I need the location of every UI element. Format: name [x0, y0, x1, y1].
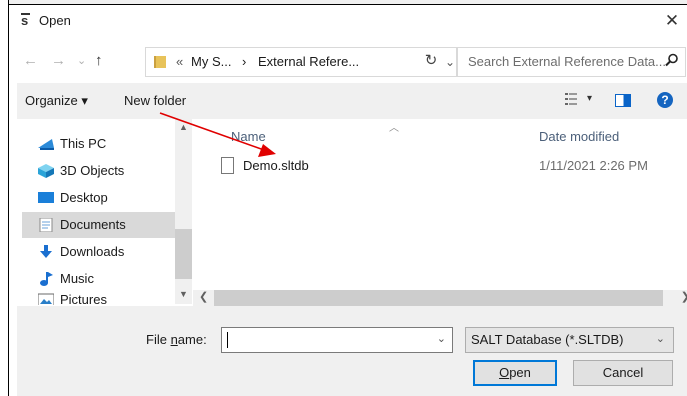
breadcrumb-external-reference[interactable]: External Refere... [258, 54, 359, 69]
refresh-icon[interactable]: ↻ [417, 47, 445, 75]
command-toolbar: Organize ▾ New folder ▾ ? [17, 83, 687, 119]
file-list: ︿ Name Date modified Demo.sltdb 1/11/202… [193, 119, 687, 290]
sidebar-item-this-pc[interactable]: This PC [22, 131, 175, 157]
scroll-right-icon[interactable]: ❯ [681, 290, 687, 303]
chevron-down-icon: ⌄ [655, 333, 665, 345]
scroll-down-icon[interactable]: ▼ [179, 289, 188, 299]
folder-icon [154, 56, 166, 68]
search-box[interactable]: Search External Reference Data... [457, 47, 686, 77]
download-icon [40, 245, 52, 258]
label-part: ame: [177, 332, 207, 347]
title-bar: s Open ✕ [17, 6, 687, 34]
table-row[interactable]: Demo.sltdb 1/11/2021 2:26 PM [193, 155, 687, 179]
sidebar-scrollbar[interactable]: ▲ ▼ [175, 119, 192, 304]
sidebar-item-3d-objects[interactable]: 3D Objects [22, 158, 175, 184]
file-name: Demo.sltdb [243, 158, 309, 173]
cube-icon [38, 164, 54, 178]
recent-locations-icon[interactable]: ⌄ [77, 54, 86, 67]
forward-arrow-icon[interactable]: → [51, 52, 66, 69]
button-accelerator: O [499, 365, 510, 380]
search-icon[interactable] [665, 53, 679, 67]
column-header-name[interactable]: Name [231, 129, 266, 144]
desktop-icon [38, 192, 54, 203]
breadcrumb-my-documents[interactable]: My S... [191, 54, 231, 69]
file-date: 1/11/2021 2:26 PM [539, 158, 648, 173]
view-dropdown-icon[interactable]: ▾ [587, 93, 592, 104]
button-label: pen [509, 365, 531, 380]
picture-icon [38, 293, 54, 305]
address-bar[interactable]: « My S... › External Refere... ⌄ [145, 47, 457, 77]
background-left-edge [0, 0, 9, 396]
file-type-filter-select[interactable]: SALT Database (*.SLTDB) ⌄ [465, 327, 674, 353]
back-arrow-icon[interactable]: ← [23, 52, 38, 69]
document-icon [39, 218, 53, 232]
sidebar-item-documents[interactable]: Documents [22, 212, 175, 238]
file-name-input[interactable]: ⌄ [221, 327, 453, 353]
help-icon[interactable]: ? [657, 92, 673, 108]
sidebar-item-desktop[interactable]: Desktop [22, 185, 175, 211]
chevron-down-icon[interactable]: ⌄ [437, 332, 446, 345]
open-button[interactable]: Open [473, 360, 557, 386]
computer-icon [38, 139, 54, 150]
column-header-date-modified[interactable]: Date modified [539, 129, 619, 144]
up-arrow-icon[interactable]: ↑ [95, 52, 103, 69]
sidebar-item-label: 3D Objects [60, 163, 125, 178]
breadcrumb-overflow[interactable]: « [176, 54, 183, 69]
navigation-bar: ← → ⌄ ↑ « My S... › External Refere... ⌄… [17, 44, 687, 78]
search-placeholder: Search External Reference Data... [468, 54, 666, 69]
navigation-pane: This PC 3D Objects Desktop Documents Dow… [17, 119, 193, 305]
sidebar-item-label: Documents [60, 217, 126, 232]
file-list-horizontal-scrollbar[interactable]: ❮ ❯ [193, 290, 687, 306]
svg-text:s: s [21, 13, 28, 27]
open-file-dialog: s Open ✕ ← → ⌄ ↑ « My S... › External Re… [17, 6, 687, 396]
sidebar-item-label: Downloads [60, 244, 125, 259]
new-folder-button[interactable]: New folder [124, 93, 186, 108]
sidebar-item-label: Music [60, 271, 94, 286]
scrollbar-thumb[interactable] [214, 290, 663, 306]
breadcrumb-separator-icon[interactable]: › [242, 54, 246, 69]
background-strip [0, 0, 687, 5]
sidebar-item-label: This PC [60, 136, 107, 151]
file-name-label: File name: [146, 332, 207, 347]
organize-button[interactable]: Organize ▾ [25, 93, 88, 109]
scroll-left-icon[interactable]: ❮ [199, 290, 208, 303]
view-options-icon[interactable] [565, 93, 577, 105]
music-icon [40, 272, 53, 286]
dialog-footer: File name: ⌄ SALT Database (*.SLTDB) ⌄ O… [17, 306, 687, 396]
preview-pane-icon[interactable] [615, 94, 631, 107]
sidebar-item-downloads[interactable]: Downloads [22, 239, 175, 265]
label-accelerator: n [170, 332, 178, 347]
sort-ascending-icon: ︿ [389, 123, 399, 134]
scroll-up-icon[interactable]: ▲ [179, 122, 188, 132]
file-type-filter-value: SALT Database (*.SLTDB) [471, 332, 624, 347]
sidebar-item-music[interactable]: Music [22, 266, 175, 292]
text-caret [227, 332, 228, 348]
cancel-button[interactable]: Cancel [573, 360, 673, 386]
scrollbar-thumb[interactable] [175, 229, 192, 279]
sidebar-item-pictures[interactable]: Pictures [22, 291, 175, 305]
close-icon[interactable]: ✕ [661, 10, 683, 32]
window-title: Open [39, 13, 71, 28]
file-icon [221, 157, 234, 174]
sidebar-item-label: Pictures [60, 292, 107, 305]
app-icon: s [20, 13, 31, 27]
sidebar-item-label: Desktop [60, 190, 108, 205]
label-part: File [146, 332, 171, 347]
